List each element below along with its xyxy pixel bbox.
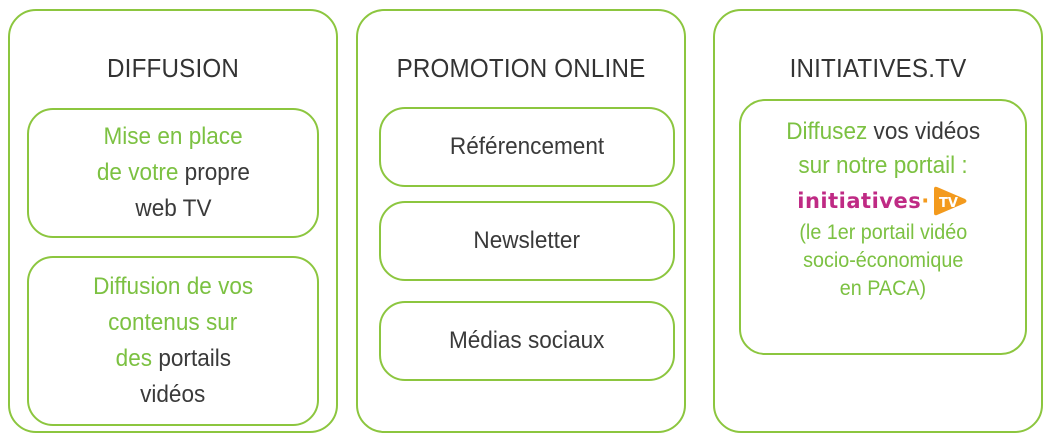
box-text: Diffusez — [786, 118, 868, 145]
box-text: des — [115, 345, 152, 372]
initiatives-tv-panel: INITIATIVES.TV Diffusez vos vidéos sur n… — [713, 9, 1043, 433]
box-line: contenus sur — [108, 305, 237, 341]
promotion-online-panel: PROMOTION ONLINE Référencement Newslette… — [356, 9, 686, 433]
box-line: en PACA) — [839, 277, 927, 300]
box-label: Référencement — [449, 133, 605, 160]
box-label: Newsletter — [473, 227, 581, 254]
box-line: (le 1er portail vidéo — [799, 221, 967, 244]
diffusion-title: DIFFUSION — [107, 53, 239, 83]
web-tv-setup-box: Mise en place de votre propre web TV — [27, 108, 319, 238]
box-line: sur notre portail : — [798, 152, 968, 179]
social-media-box: Médias sociaux — [379, 301, 675, 381]
box-label: Médias sociaux — [449, 327, 605, 354]
box-line: web TV — [135, 191, 211, 227]
box-line: vidéos — [140, 377, 205, 413]
tv-play-icon: TV — [933, 186, 967, 216]
promotion-online-title: PROMOTION ONLINE — [396, 53, 646, 83]
box-text: Diffusion de vos — [92, 273, 254, 300]
box-text: propre — [178, 159, 250, 186]
box-text: web TV — [134, 195, 212, 222]
box-text: vidéos — [140, 381, 206, 408]
newsletter-box: Newsletter — [379, 201, 675, 281]
box-line: Diffusez vos vidéos — [786, 115, 980, 149]
initiatives-tv-title: INITIATIVES.TV — [789, 53, 967, 83]
box-text: Mise en place — [103, 123, 243, 150]
logo-wordmark: initiatives· — [797, 189, 930, 213]
box-line: Diffusion de vos — [93, 269, 253, 305]
referencement-box: Référencement — [379, 107, 675, 187]
box-line: des portails — [115, 341, 230, 377]
portal-box: Diffusez vos vidéos sur notre portail : … — [739, 99, 1027, 355]
box-text: contenus sur — [108, 309, 238, 336]
box-line: de votre propre — [96, 155, 249, 191]
box-text: portails — [151, 345, 231, 372]
svg-text:TV: TV — [939, 196, 958, 211]
box-line: socio-économique — [802, 249, 964, 272]
initiatives-tv-logo: initiatives· TV — [797, 184, 968, 218]
video-portals-box: Diffusion de vos contenus sur des portai… — [27, 256, 319, 426]
box-text: de votre — [96, 159, 179, 186]
box-text: vos vidéos — [867, 118, 980, 145]
diffusion-panel: DIFFUSION Mise en place de votre propre … — [8, 9, 338, 433]
box-line: Mise en place — [103, 119, 242, 155]
